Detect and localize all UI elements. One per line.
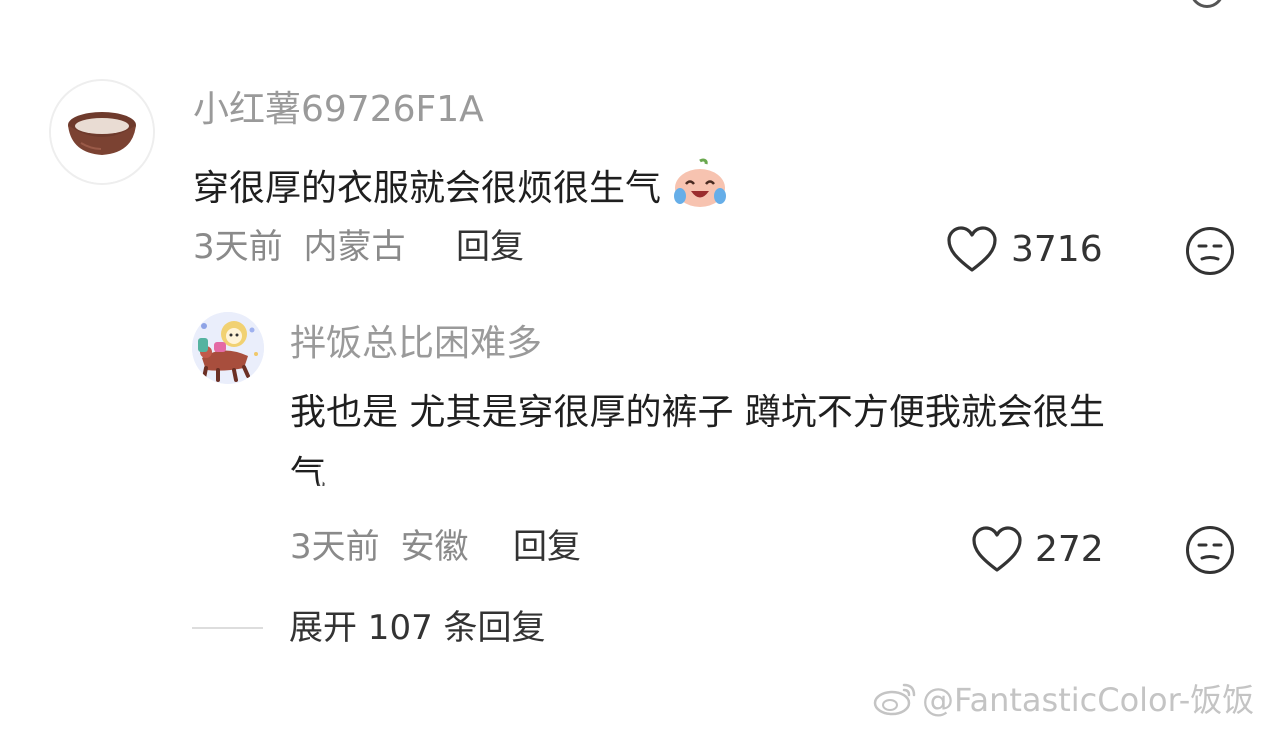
reply-meta: 3天前 安徽 [290, 526, 468, 568]
avatar[interactable] [49, 79, 155, 185]
crying-laughing-emoji-icon [674, 158, 727, 207]
text-fade-overlay [318, 464, 428, 504]
reply-avatar[interactable] [192, 312, 264, 384]
like-button[interactable] [946, 226, 998, 274]
reply-username[interactable]: 拌饭总比困难多 [290, 322, 542, 366]
weibo-icon [873, 683, 916, 716]
heart-icon [947, 226, 997, 272]
comment-username[interactable]: 小红薯69726F1A [193, 88, 484, 132]
unknown-icon-fragment [1190, 0, 1224, 8]
reply-location: 安徽 [400, 527, 469, 567]
comment-meta: 3天前 内蒙古 [193, 226, 405, 268]
reply-dislike-button[interactable] [1185, 525, 1235, 575]
like-count: 3716 [1011, 229, 1103, 270]
coconut-bowl-icon [51, 81, 153, 183]
reply-time: 3天前 [290, 527, 380, 567]
reply-reply-button[interactable]: 回复 [513, 526, 581, 568]
unamused-face-icon [1186, 526, 1234, 574]
expand-divider [192, 627, 263, 629]
reply-like-button[interactable] [971, 526, 1023, 574]
comment-text: 穿很厚的衣服就会很烦很生气 [193, 158, 728, 212]
cartoon-lion-avatar-icon [192, 312, 264, 384]
heart-icon [972, 526, 1022, 572]
comment-location: 内蒙古 [303, 227, 406, 267]
expand-replies-button[interactable]: 展开 107 条回复 [289, 607, 546, 649]
reply-like-count: 272 [1035, 529, 1104, 570]
comment-text-content: 穿很厚的衣服就会很烦很生气 [193, 168, 662, 209]
watermark-text: @FantasticColor-饭饭 [922, 681, 1255, 719]
weibo-logo-icon [872, 681, 918, 717]
unamused-face-icon [1186, 227, 1234, 275]
reply-text-line1: 我也是 尤其是穿很厚的裤子 蹲坑不方便我就会很生 [290, 392, 1105, 433]
dislike-button[interactable] [1185, 226, 1235, 276]
comment-time: 3天前 [193, 227, 283, 267]
comment-reply-button[interactable]: 回复 [456, 226, 524, 268]
